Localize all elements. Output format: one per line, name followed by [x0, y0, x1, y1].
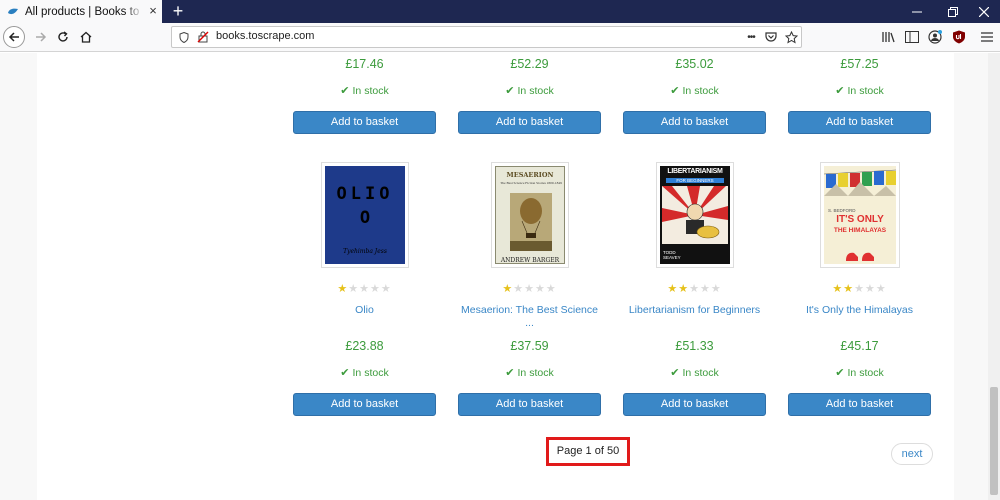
cover-author: TODD SEAVEY	[663, 250, 681, 260]
add-to-basket-button[interactable]: Add to basket	[623, 111, 766, 134]
add-to-basket-button[interactable]: Add to basket	[458, 111, 601, 134]
site-favicon-icon	[8, 8, 18, 14]
book-title-link[interactable]: It's Only the Himalayas	[788, 304, 931, 317]
availability: ✔ In stock	[670, 85, 719, 97]
cover-subtitle: O	[359, 208, 371, 228]
url-bar[interactable]: books.toscrape.com •••	[171, 26, 802, 48]
product-price: £23.88	[345, 339, 384, 353]
close-window-button[interactable]	[964, 0, 1000, 23]
forward-arrow-icon	[36, 32, 47, 42]
close-window-icon	[979, 6, 989, 17]
bookmark-star-icon[interactable]	[784, 30, 798, 44]
minimize-button[interactable]	[897, 0, 937, 23]
star-rating: ★★★★★	[667, 283, 722, 295]
minimize-icon	[912, 11, 922, 12]
availability: ✔ In stock	[340, 85, 389, 97]
forward-button[interactable]	[30, 26, 52, 48]
cover-subtitle: THE HIMALAYAS	[833, 227, 887, 234]
product-grid: £17.46 ✔ In stock Add to basket £52.29 ✔ I…	[37, 53, 954, 500]
check-icon: ✔	[340, 85, 350, 97]
ublock-icon[interactable]	[950, 28, 968, 46]
add-to-basket-button[interactable]: Add to basket	[293, 111, 436, 134]
cover-title: IT'S ONLY	[836, 214, 884, 225]
availability: ✔ In stock	[670, 367, 719, 379]
scrollbar-thumb[interactable]	[990, 387, 998, 495]
cover-author: Tyehimba Jess	[343, 248, 387, 255]
reload-icon	[58, 31, 68, 42]
star-rating: ★★★★★	[832, 283, 887, 295]
book-title-link[interactable]: Mesaerion: The Best Science ...	[458, 304, 601, 330]
browser-titlebar: All products | Books to Scrape × +	[0, 0, 1000, 23]
add-to-basket-button[interactable]: Add to basket	[623, 393, 766, 416]
account-icon[interactable]	[926, 28, 944, 46]
check-icon: ✔	[505, 367, 515, 379]
library-icon[interactable]	[880, 28, 898, 46]
book-cover[interactable]: LIBERTARIANISM FOR BEGINNERS TODD SEAVEY	[656, 162, 734, 268]
book-cover[interactable]: OLIO O Tyehimba Jess	[321, 162, 409, 268]
pocket-icon[interactable]	[764, 30, 778, 44]
rays-illustration-icon	[662, 186, 728, 244]
check-icon: ✔	[835, 85, 845, 97]
insecure-connection-icon[interactable]	[196, 30, 210, 44]
back-arrow-icon	[8, 32, 19, 42]
pagination-next-button[interactable]: next	[891, 443, 933, 465]
tab-close-icon[interactable]: ×	[146, 4, 160, 18]
sneakers-icon	[846, 252, 874, 261]
product-price: £45.17	[840, 339, 879, 353]
availability: ✔ In stock	[505, 367, 554, 379]
product-price: £52.29	[510, 57, 549, 71]
back-button[interactable]	[3, 26, 25, 48]
availability: ✔ In stock	[505, 85, 554, 97]
add-to-basket-button[interactable]: Add to basket	[788, 393, 931, 416]
check-icon: ✔	[505, 85, 515, 97]
page-scrollbar[interactable]	[988, 53, 1000, 500]
check-icon: ✔	[340, 367, 350, 379]
reload-button[interactable]	[52, 26, 74, 48]
sidebar-icon[interactable]	[903, 28, 921, 46]
check-icon: ✔	[670, 85, 680, 97]
book-cover[interactable]: S. BEDFORD IT'S ONLY THE HIMALAYAS	[820, 162, 900, 268]
site-info-icon[interactable]	[177, 30, 191, 44]
star-rating: ★★★★★	[502, 283, 557, 295]
availability: ✔ In stock	[835, 85, 884, 97]
page-actions-icon[interactable]: •••	[743, 30, 759, 44]
product-price: £37.59	[510, 339, 549, 353]
check-icon: ✔	[670, 367, 680, 379]
restore-icon	[948, 6, 958, 17]
add-to-basket-button[interactable]: Add to basket	[458, 393, 601, 416]
add-to-basket-button[interactable]: Add to basket	[788, 111, 931, 134]
star-rating: ★★★★★	[337, 283, 392, 295]
availability: ✔ In stock	[340, 367, 389, 379]
cover-title: OLIO	[336, 184, 394, 204]
browser-tab[interactable]: All products | Books to Scrape ×	[0, 0, 162, 23]
page-viewport: £17.46 ✔ In stock Add to basket £52.29 ✔ I…	[0, 53, 1000, 500]
pagination-current: Page 1 of 50	[546, 437, 630, 466]
book-title-link[interactable]: Olio	[293, 304, 436, 317]
browser-navbar: books.toscrape.com •••	[0, 23, 1000, 52]
cover-author: S. BEDFORD	[828, 208, 856, 213]
cover-subtitle: FOR BEGINNERS	[666, 178, 724, 183]
product-price: £35.02	[675, 57, 714, 71]
product-price: £57.25	[840, 57, 879, 71]
balloon-illustration-icon	[510, 193, 552, 251]
menu-icon[interactable]	[978, 28, 996, 46]
availability: ✔ In stock	[835, 367, 884, 379]
product-price: £51.33	[675, 339, 714, 353]
cover-subtitle: The Best Science Fiction Stories 1800-18…	[500, 181, 562, 185]
book-title-link[interactable]: Libertarianism for Beginners	[623, 304, 766, 317]
new-tab-button[interactable]: +	[168, 1, 188, 21]
tab-title: All products | Books to Scrape	[25, 5, 143, 18]
book-cover[interactable]: MESAERION The Best Science Fiction Stori…	[491, 162, 569, 268]
add-to-basket-button[interactable]: Add to basket	[293, 393, 436, 416]
url-text: books.toscrape.com	[216, 30, 315, 42]
home-icon	[80, 31, 92, 43]
cover-title: LIBERTARIANISM	[667, 168, 723, 175]
home-button[interactable]	[75, 26, 97, 48]
cover-author: ANDREW BARGER	[500, 257, 560, 264]
prayer-flags-icon	[824, 169, 896, 196]
check-icon: ✔	[835, 367, 845, 379]
cover-title: MESAERION	[506, 171, 554, 179]
product-price: £17.46	[345, 57, 384, 71]
